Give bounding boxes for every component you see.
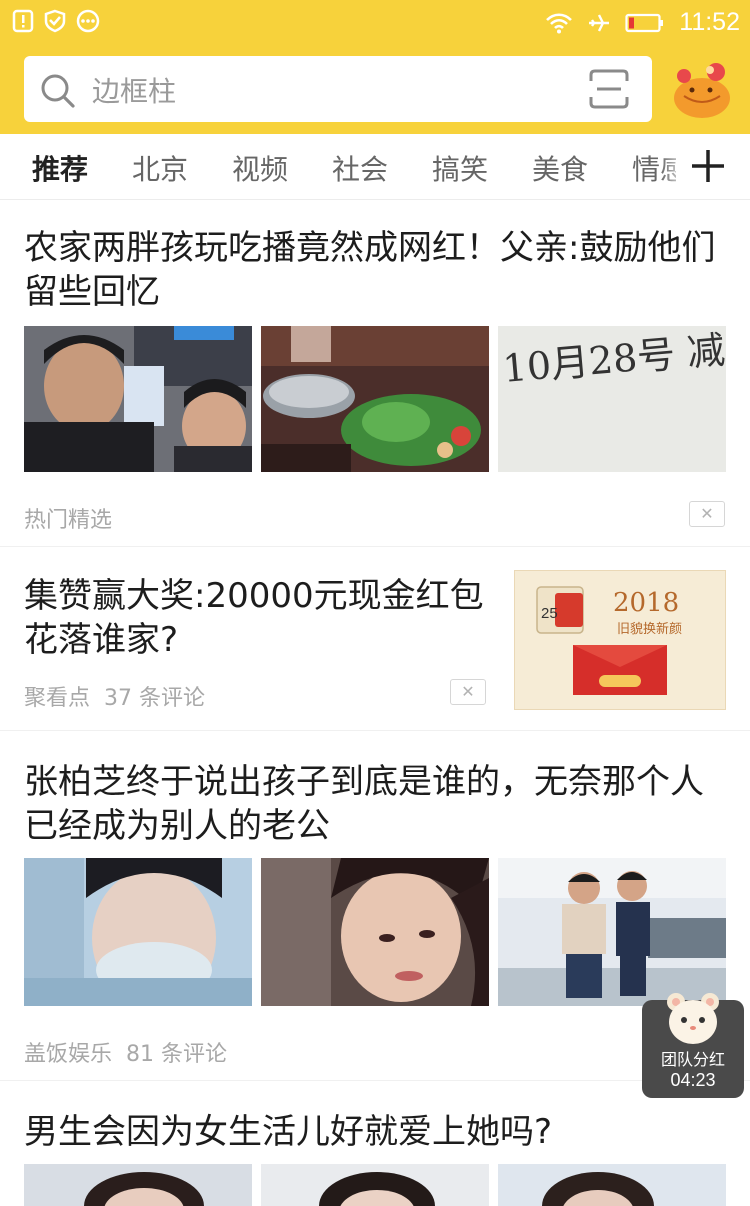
widget-label: 团队分红 xyxy=(660,1050,725,1069)
shield-icon xyxy=(44,9,66,33)
article-source: 盖饭娱乐 81 条评论 xyxy=(24,1042,228,1067)
article-title[interactable]: 农家两胖孩玩吃播竟然成网红！父亲:鼓励他们留些回忆 xyxy=(24,226,724,314)
team-bonus-widget[interactable]: 团队分红 04:23 xyxy=(642,993,744,1098)
photo-two-boys[interactable] xyxy=(498,858,726,1006)
tab-recommend[interactable]: 推荐 xyxy=(32,148,88,188)
search-bar[interactable]: 边框柱 xyxy=(24,56,652,122)
promo-red-envelope[interactable]: 25 2018 旧貌换新颜 xyxy=(514,570,726,710)
photo-handwriting[interactable]: 10月28号 减肥第一天 xyxy=(498,326,726,472)
divider xyxy=(0,546,750,547)
svg-text:2018: 2018 xyxy=(613,588,679,618)
add-channel-icon[interactable] xyxy=(688,146,728,186)
status-time: 11:52 xyxy=(679,8,740,36)
scan-icon[interactable] xyxy=(588,68,630,114)
divider xyxy=(0,730,750,731)
photo-hotpot[interactable] xyxy=(261,326,489,472)
article-source: 热门精选 xyxy=(24,508,113,533)
tab-society[interactable]: 社会 xyxy=(332,148,388,188)
article-title[interactable]: 张柏芝终于说出孩子到底是谁的，无奈那个人已经成为别人的老公 xyxy=(24,760,724,848)
article-title[interactable]: 男生会因为女生活儿好就爱上她吗? xyxy=(24,1110,724,1154)
app-header: 11:52 边框柱 xyxy=(0,0,750,134)
photo-girl-3[interactable] xyxy=(498,1164,726,1206)
channel-tabs: 推荐 北京 视频 社会 搞笑 美食 情感 xyxy=(0,134,750,200)
photo-girl-2[interactable] xyxy=(261,1164,489,1206)
battery-icon xyxy=(625,13,665,33)
alert-icon xyxy=(12,9,34,33)
status-bar: 11:52 xyxy=(0,0,750,44)
widget-timer: 04:23 xyxy=(670,1070,716,1090)
tab-food[interactable]: 美食 xyxy=(532,148,588,188)
article-source: 聚看点 37 条评论 xyxy=(24,686,206,711)
photo-masked-woman[interactable] xyxy=(24,858,252,1006)
more-icon xyxy=(76,9,100,33)
avatar-icon[interactable] xyxy=(670,60,734,120)
svg-text:25: 25 xyxy=(541,605,558,622)
search-icon xyxy=(38,71,78,115)
dismiss-button[interactable]: ✕ xyxy=(689,501,725,527)
hamster-icon xyxy=(664,990,722,1052)
airplane-icon xyxy=(587,12,611,34)
tab-beijing[interactable]: 北京 xyxy=(132,148,188,188)
divider xyxy=(0,1080,750,1081)
tab-fade xyxy=(660,134,690,199)
article-title[interactable]: 集赞赢大奖:20000元现金红包花落谁家? xyxy=(24,574,494,662)
svg-text:旧貌换新颜: 旧貌换新颜 xyxy=(617,621,682,637)
tab-video[interactable]: 视频 xyxy=(232,148,288,188)
photo-woman-portrait[interactable] xyxy=(261,858,489,1006)
photo-boys[interactable] xyxy=(24,326,252,472)
search-input[interactable]: 边框柱 xyxy=(92,70,176,110)
photo-girl-1[interactable] xyxy=(24,1164,252,1206)
dismiss-button[interactable]: ✕ xyxy=(450,679,486,705)
wifi-icon xyxy=(545,12,573,34)
tab-funny[interactable]: 搞笑 xyxy=(432,148,488,188)
